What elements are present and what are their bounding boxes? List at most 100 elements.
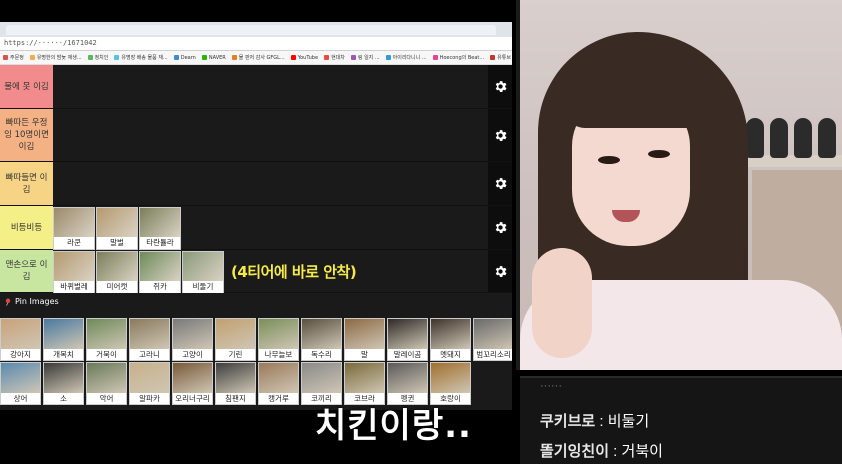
tier-drop-zone[interactable] (53, 65, 488, 108)
chat-username[interactable]: 쿠키브로 (540, 413, 595, 430)
pin-animal-tile[interactable]: 거북이 (86, 318, 127, 361)
bookmark-item[interactable]: NAVER (201, 55, 226, 61)
pin-animal-tile[interactable]: 악어 (86, 362, 127, 405)
chat-username[interactable]: 똘기잉친이 (540, 443, 609, 460)
tier-drop-zone[interactable]: 바퀴벌레 미어캣 쥐카 비둘기 (4티어에 바로 안착) (53, 250, 488, 294)
pin-animal-tile[interactable]: 강아지 (0, 318, 41, 361)
tier-label[interactable]: 빠따들면 이김 (0, 162, 53, 205)
streamer-bangs (564, 58, 704, 128)
bookmark-item[interactable]: Dearn (173, 55, 196, 61)
bookmark-item[interactable]: 주문정 (3, 54, 24, 61)
chat-text: 비둘기 (607, 413, 650, 430)
animal-name: 쥐카 (140, 281, 180, 293)
pin-animal-tile[interactable]: 기린 (215, 318, 256, 361)
pin-animal-tile[interactable]: 오리너구리 (172, 362, 213, 405)
pin-animal-tile[interactable]: 말 (344, 318, 385, 361)
pin-animal-tile[interactable]: 범꼬리소리 (473, 318, 512, 361)
animal-tile[interactable]: 라쿤 (53, 207, 95, 250)
animal-name: 나무늘보 (264, 350, 293, 359)
animal-photo (54, 208, 94, 237)
pin-animal-tile[interactable]: 독수리 (301, 318, 342, 361)
pin-animal-tile[interactable]: 나무늘보 (258, 318, 299, 361)
url-text: https://······/1671042 (4, 39, 97, 47)
pin-images-header: Pin Images (4, 297, 59, 306)
pin-animal-tile[interactable]: 개복치 (43, 318, 84, 361)
tier-drop-zone[interactable]: 라쿤 말벌 타란튤라 (53, 206, 488, 250)
animal-photo (44, 363, 83, 393)
pushpin-icon (5, 298, 11, 306)
pin-images-panel: Pin Images 강아지 개복치 거북이 고라니 고양이 기린 나무늘보 독수리 말 말레이곰… (0, 293, 512, 410)
animal-tile[interactable]: 비둘기 (182, 251, 224, 294)
pin-animal-tile[interactable]: 고양이 (172, 318, 213, 361)
pin-animal-tile[interactable]: 침팬지 (215, 362, 256, 405)
bookmark-item[interactable]: 링 일지 ... (350, 54, 380, 61)
tier-label[interactable]: 맨손으로 이김 (0, 250, 53, 292)
pin-animal-tile[interactable]: 말레이곰 (387, 318, 428, 361)
bookmark-label: 물 판저 감사 GFGL... (238, 55, 285, 61)
bookmark-label: 정치인 (94, 55, 109, 61)
bookmark-item[interactable]: 아이리다니니 ... (385, 54, 427, 61)
bookmark-favicon-icon (290, 55, 296, 60)
tier-label[interactable]: 빠따든 우정잉 10명이면 이김 (0, 109, 53, 161)
chat-message: 쿠키브로 : 비둘기 (540, 413, 650, 430)
animal-name: 미어캣 (97, 281, 137, 293)
bookmark-item[interactable]: YouTube (290, 55, 318, 61)
bookmark-item[interactable]: 유명장 배송 물품 재... (114, 54, 168, 61)
pin-animal-tile[interactable]: 상어 (0, 362, 41, 405)
screen: https://······/1671042 주문정 유명한의 밤늦 재생... 정… (0, 0, 842, 464)
tier-row: 비등비등 라쿤 말벌 타란튤라 (0, 206, 512, 250)
bookmark-favicon-icon (385, 55, 391, 60)
animal-photo (87, 319, 126, 349)
animal-name: 캥거루 (268, 394, 289, 403)
tier-settings-button[interactable] (488, 109, 512, 161)
animal-name: 소 (60, 394, 67, 403)
tier-settings-button[interactable] (488, 65, 512, 108)
tier-settings-button[interactable] (488, 250, 512, 292)
animal-tile[interactable]: 쥐카 (139, 251, 181, 294)
bookmark-favicon-icon (350, 55, 356, 60)
animal-photo (388, 319, 427, 349)
bookmark-item[interactable]: 물 판저 감사 GFGL... (231, 54, 285, 61)
animal-name: 말벌 (97, 237, 137, 249)
tier-drop-zone[interactable] (53, 162, 488, 205)
pin-animal-tile[interactable]: 캥거루 (258, 362, 299, 405)
bookmark-label: 유튜브 (497, 55, 511, 61)
bookmark-item[interactable]: 유튜브 (490, 54, 511, 61)
animal-tile[interactable]: 말벌 (96, 207, 138, 250)
animal-photo (140, 208, 180, 237)
streamer-eye (598, 156, 620, 164)
bookmark-item[interactable]: 유명한의 밤늦 재생... (29, 54, 82, 61)
animal-photo (216, 319, 255, 349)
tier-drop-zone[interactable] (53, 109, 488, 161)
animal-name: 침팬지 (225, 394, 246, 403)
animal-photo (216, 363, 255, 393)
pin-animal-tile[interactable]: 소 (43, 362, 84, 405)
pin-animal-tile[interactable]: 알파카 (129, 362, 170, 405)
address-bar[interactable]: https://······/1671042 (0, 37, 512, 51)
tier-settings-button[interactable] (488, 162, 512, 205)
tier-label[interactable]: 물에 못 이김 (0, 65, 53, 108)
pin-animal-tile[interactable]: 멧돼지 (430, 318, 471, 361)
tier-row: 맨손으로 이김 바퀴벌레 미어캣 쥐카 비둘기 (4티어에 바로 안착) (0, 250, 512, 294)
animal-photo (431, 319, 470, 349)
animal-tile[interactable]: 미어캣 (96, 251, 138, 294)
webcam-feed (520, 0, 842, 370)
animal-name: 상어 (13, 394, 28, 403)
animal-name: 고라니 (139, 350, 160, 359)
bookmark-item[interactable]: Hoecong의 Beat... (432, 54, 484, 61)
bookmark-item[interactable]: 현대차 (324, 54, 345, 61)
animal-photo (173, 319, 212, 349)
bookmark-favicon-icon (490, 55, 496, 60)
animal-tile[interactable]: 타란튤라 (139, 207, 181, 250)
animal-name: 말레이곰 (393, 350, 422, 359)
chat-panel: ······ 쿠키브로 : 비둘기 똘기잉친이 : 거북이 (520, 376, 842, 464)
animal-photo (302, 319, 341, 349)
browser-tab[interactable] (6, 25, 496, 35)
bookmark-favicon-icon (3, 55, 8, 60)
bookmark-item[interactable]: 정치인 (87, 54, 109, 61)
pin-animal-tile[interactable]: 고라니 (129, 318, 170, 361)
tier-settings-button[interactable] (488, 206, 512, 249)
animal-tile[interactable]: 바퀴벌레 (53, 251, 95, 294)
tier-label[interactable]: 비등비등 (0, 206, 53, 249)
bookmark-favicon-icon (324, 55, 330, 60)
